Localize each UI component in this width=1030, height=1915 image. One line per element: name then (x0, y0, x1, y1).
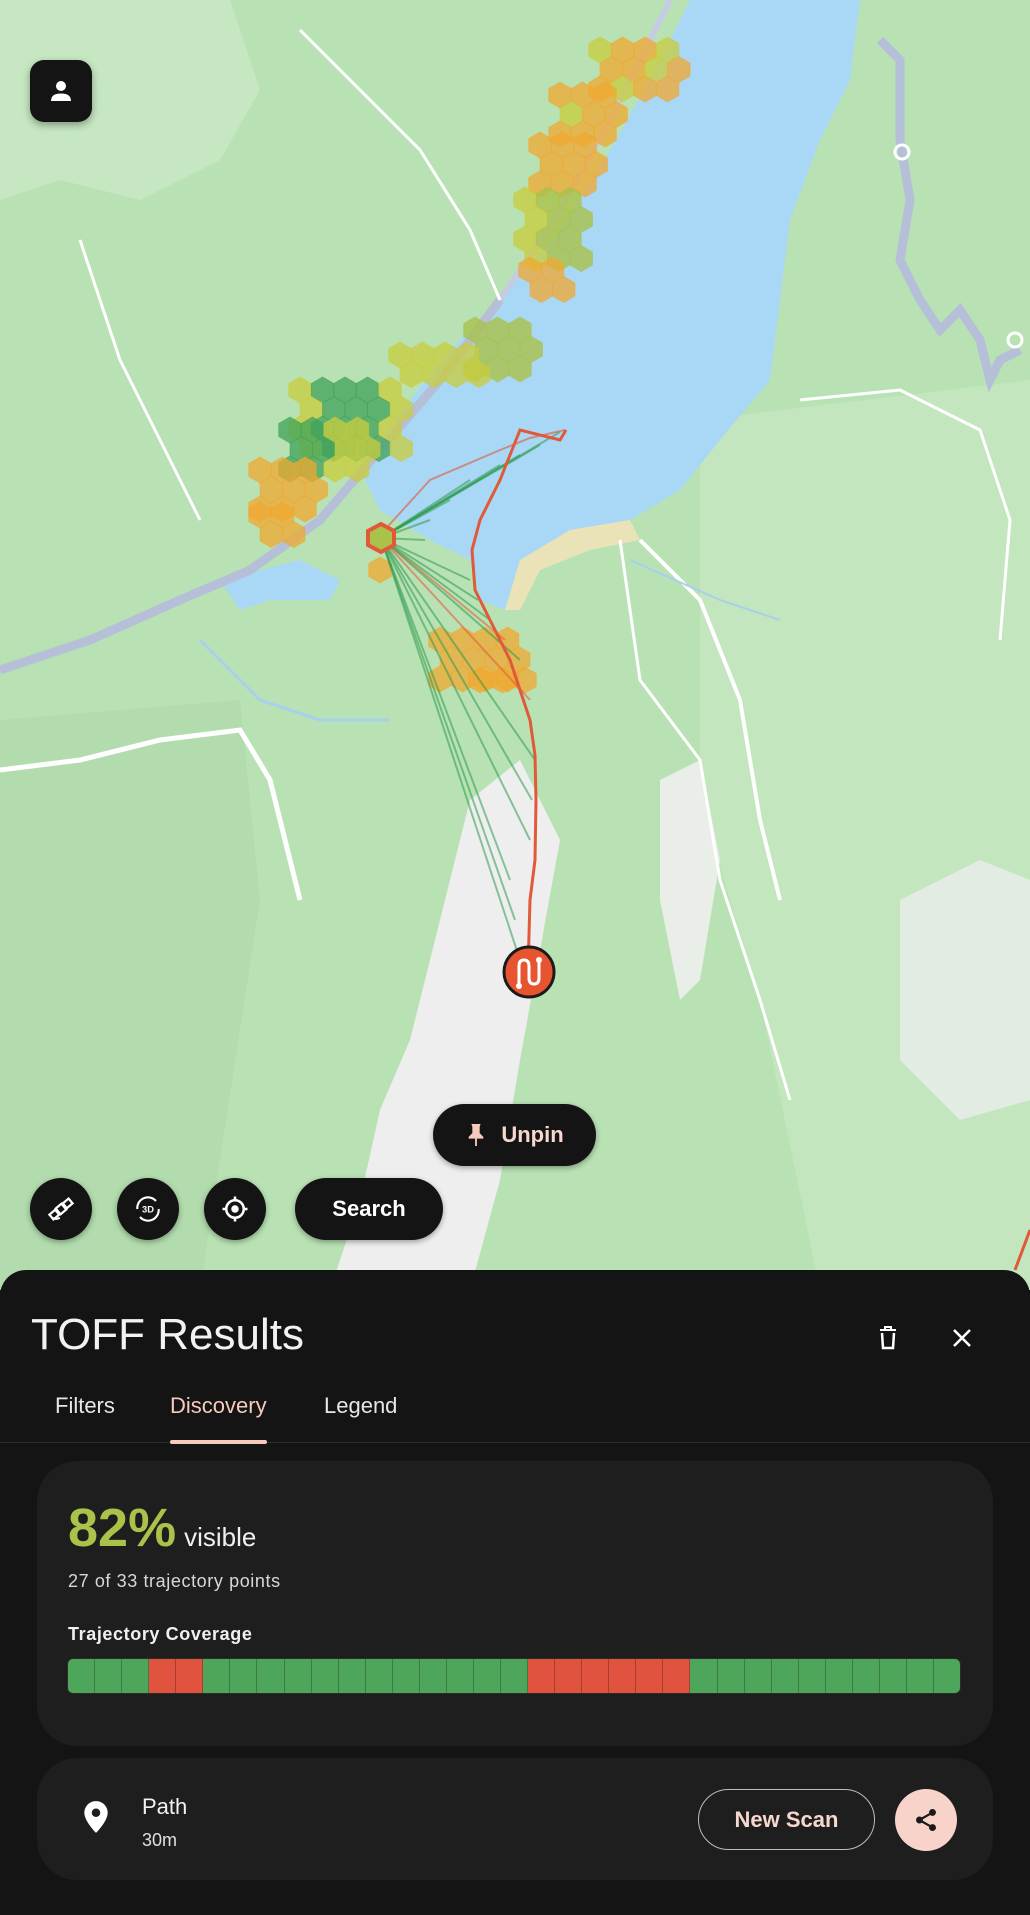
coverage-segment-visible (203, 1659, 231, 1693)
close-button[interactable] (936, 1312, 988, 1364)
coverage-segment-hidden (149, 1659, 177, 1693)
origin-hex-marker[interactable] (366, 521, 396, 555)
coverage-segment-visible (690, 1659, 718, 1693)
coverage-title: Trajectory Coverage (68, 1624, 253, 1644)
coverage-segment-visible (365, 1659, 393, 1693)
my-location-icon (222, 1196, 248, 1222)
path-label: Path (142, 1794, 188, 1819)
coverage-segment-visible (717, 1659, 745, 1693)
path-value: 30m (142, 1830, 178, 1850)
share-button[interactable] (895, 1789, 957, 1851)
active-tab-indicator (170, 1440, 267, 1444)
coverage-segment-visible (68, 1659, 96, 1693)
satellite-icon (47, 1196, 75, 1222)
tab-discovery[interactable]: Discovery (170, 1385, 267, 1444)
visibility-percent: 82% (68, 1498, 177, 1558)
coverage-segment-visible (122, 1659, 150, 1693)
coverage-segment-hidden (609, 1659, 637, 1693)
coverage-segment-hidden (176, 1659, 204, 1693)
coverage-segment-visible (825, 1659, 853, 1693)
coverage-segment-visible (95, 1659, 123, 1693)
coverage-segment-visible (419, 1659, 447, 1693)
coverage-segment-visible (934, 1659, 960, 1693)
coverage-segment-visible (284, 1659, 312, 1693)
delete-button[interactable] (862, 1312, 914, 1364)
coverage-segment-visible (230, 1659, 258, 1693)
unpin-button[interactable]: Unpin (433, 1104, 596, 1166)
person-icon (51, 81, 71, 101)
coverage-segment-visible (501, 1659, 529, 1693)
coverage-segment-hidden (528, 1659, 556, 1693)
route-marker-icon[interactable] (502, 945, 556, 999)
visibility-summary: 82% visible (68, 1497, 256, 1559)
coverage-segment-hidden (582, 1659, 610, 1693)
coverage-segment-visible (446, 1659, 474, 1693)
new-scan-button[interactable]: New Scan (698, 1789, 875, 1850)
coverage-card: 82% visible 27 of 33 trajectory points T… (37, 1461, 993, 1746)
coverage-segment-hidden (663, 1659, 691, 1693)
share-icon (916, 1808, 936, 1832)
coverage-segment-visible (392, 1659, 420, 1693)
coverage-segment-visible (473, 1659, 501, 1693)
path-card: Path 30m New Scan (37, 1758, 993, 1880)
coverage-segment-hidden (636, 1659, 664, 1693)
trajectory-coverage-bar[interactable] (67, 1658, 961, 1694)
coverage-segment-visible (771, 1659, 799, 1693)
profile-button[interactable] (30, 60, 92, 122)
pin-icon (468, 1124, 484, 1146)
trajectory-points-count: 27 of 33 trajectory points (68, 1571, 281, 1591)
tab-label: Discovery (170, 1393, 267, 1418)
coverage-segment-visible (798, 1659, 826, 1693)
new-scan-label: New Scan (734, 1806, 839, 1832)
coverage-segment-visible (906, 1659, 934, 1693)
tab-label: Legend (324, 1393, 398, 1418)
unpin-label: Unpin (501, 1122, 564, 1147)
location-pin-icon (84, 1801, 108, 1833)
coverage-segment-visible (744, 1659, 772, 1693)
search-button[interactable]: Search (295, 1178, 443, 1240)
3d-view-button[interactable]: 3D (117, 1178, 179, 1240)
search-label: Search (332, 1196, 406, 1221)
map-view[interactable]: Unpin 3D Search (0, 0, 1030, 1290)
visibility-label: visible (184, 1522, 257, 1552)
sheet-title: TOFF Results (31, 1310, 305, 1359)
satellite-layer-button[interactable] (30, 1178, 92, 1240)
tab-legend[interactable]: Legend (324, 1385, 397, 1443)
tab-bar: Filters Discovery Legend (0, 1385, 1030, 1444)
coverage-segment-visible (338, 1659, 366, 1693)
tab-label: Filters (55, 1393, 115, 1418)
results-sheet: TOFF Results Filters Discovery Legend 82… (0, 1270, 1030, 1915)
locate-me-button[interactable] (204, 1178, 266, 1240)
coverage-segment-visible (852, 1659, 880, 1693)
coverage-segment-visible (257, 1659, 285, 1693)
coverage-segment-visible (879, 1659, 907, 1693)
tab-filters[interactable]: Filters (55, 1385, 115, 1443)
coverage-segment-visible (311, 1659, 339, 1693)
trash-icon (880, 1326, 896, 1350)
close-icon (953, 1329, 971, 1347)
map-canvas[interactable] (0, 0, 1030, 1290)
3d-rotate-icon: 3D (136, 1196, 160, 1222)
coverage-segment-hidden (555, 1659, 583, 1693)
svg-text:3D: 3D (142, 1204, 154, 1214)
